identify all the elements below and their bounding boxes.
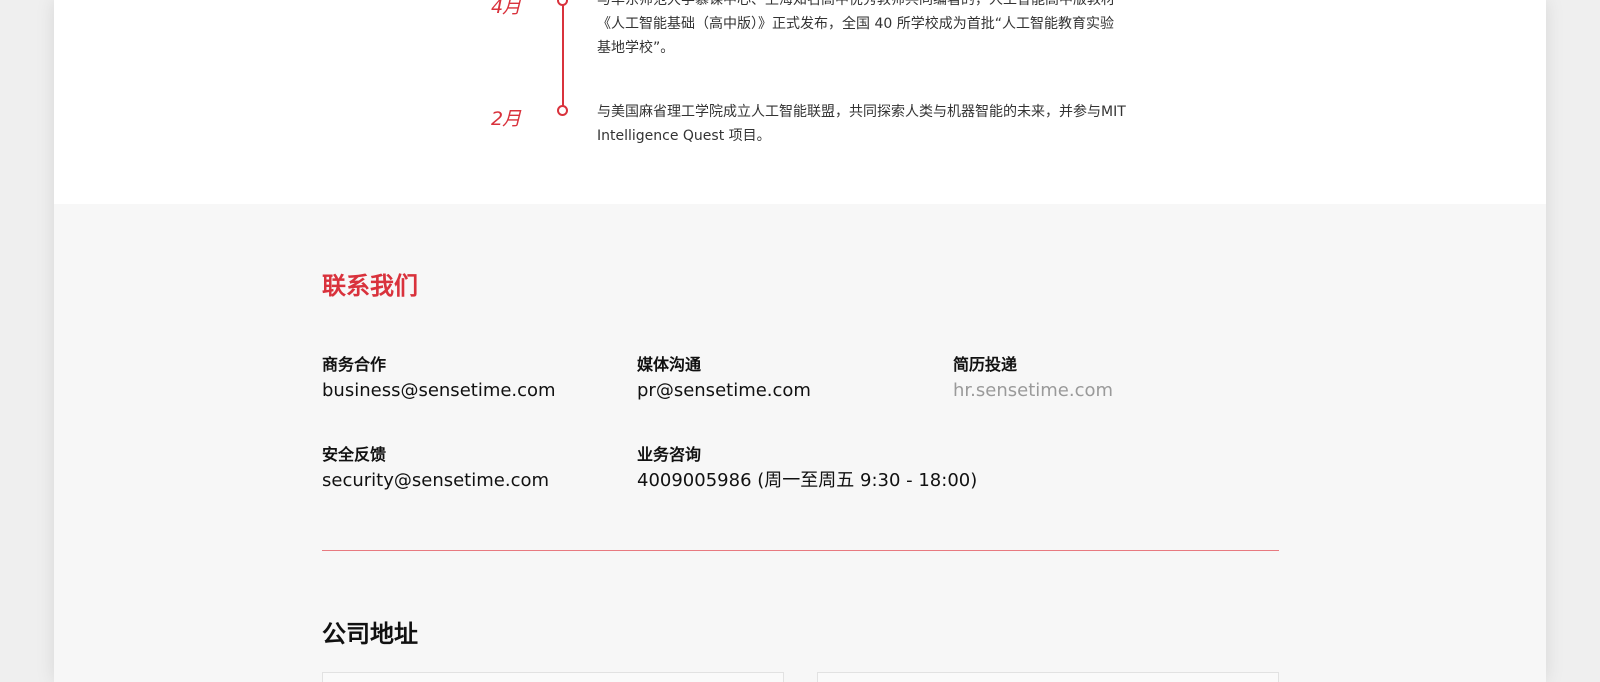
contact-label: 商务合作 [322,355,387,374]
timeline-dot [557,105,568,116]
timeline-line-text: 基地学校”。 [597,40,675,56]
contact-link-hr[interactable]: hr.sensetime.com [953,379,1253,403]
contact-label: 媒体沟通 [637,355,702,374]
contact-label: 安全反馈 [322,445,387,464]
timeline-month-february: 2月 [491,108,521,130]
contact-email-business[interactable]: business@sensetime.com [322,379,622,403]
timeline-item-april-text: 与华东师范大学慕课中心、上海知名高中优秀教师共同编著的，人工智能高中版教材 《人… [597,0,1137,60]
contact-business: 商务合作 business@sensetime.com [322,354,622,403]
contact-phone[interactable]: 4009005986 (周一至周五 9:30 - 18:00) [637,469,1057,493]
contact-label: 简历投递 [953,355,1018,374]
contact-consulting: 业务咨询 4009005986 (周一至周五 9:30 - 18:00) [637,444,1057,493]
timeline-line-text: 《人工智能基础（高中版）》正式发布，全国 40 所学校成为首批“人工智能教育实验 [597,16,1114,32]
section-divider [322,550,1279,551]
timeline-line [562,0,564,107]
address-card [322,672,784,682]
contact-media: 媒体沟通 pr@sensetime.com [637,354,937,403]
address-card [817,672,1279,682]
timeline-line-text: 与华东师范大学慕课中心、上海知名高中优秀教师共同编著的，人工智能高中版教材 [597,0,1115,8]
contact-security: 安全反馈 security@sensetime.com [322,444,622,493]
timeline-section: 4月 与华东师范大学慕课中心、上海知名高中优秀教师共同编著的，人工智能高中版教材… [54,0,1546,204]
contact-section: 联系我们 商务合作 business@sensetime.com 媒体沟通 pr… [54,204,1546,682]
address-title: 公司地址 [322,620,418,648]
contact-email-media[interactable]: pr@sensetime.com [637,379,937,403]
timeline-line-text: 与美国麻省理工学院成立人工智能联盟，共同探索人类与机器智能的未来，并参与MIT [597,104,1126,120]
timeline-month-april: 4月 [491,0,521,18]
contact-email-security[interactable]: security@sensetime.com [322,469,622,493]
contact-label: 业务咨询 [637,445,702,464]
timeline-item-february-text: 与美国麻省理工学院成立人工智能联盟，共同探索人类与机器智能的未来，并参与MIT … [597,100,1137,148]
timeline-line-text: Intelligence Quest 项目。 [597,128,771,144]
page-container: 4月 与华东师范大学慕课中心、上海知名高中优秀教师共同编著的，人工智能高中版教材… [54,0,1546,682]
contact-resume: 简历投递 hr.sensetime.com [953,354,1253,403]
timeline-dot [557,0,568,6]
contact-title: 联系我们 [322,272,418,300]
